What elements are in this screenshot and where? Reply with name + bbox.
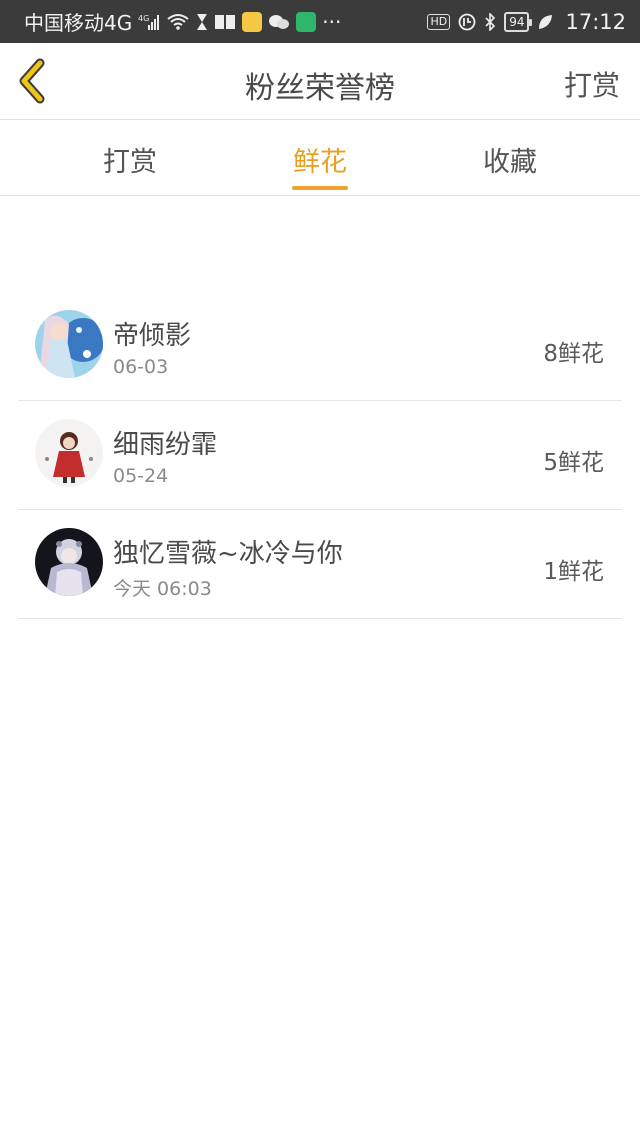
tab-bar: 打赏 鲜花 收藏 [0, 120, 640, 196]
flower-count: 1鲜花 [543, 559, 604, 585]
tab-flowers[interactable]: 鲜花 [260, 140, 380, 179]
book-app-icon [214, 13, 236, 31]
wifi-icon [166, 13, 190, 31]
fan-list: 帝倾影 06-03 8鲜花 细雨纷霏 05-24 5鲜花 独忆雪薇~冰冷与你 今… [18, 292, 622, 619]
avatar [35, 528, 103, 596]
more-notifications-icon: ··· [322, 9, 342, 34]
avatar [35, 419, 103, 487]
flower-count: 5鲜花 [543, 450, 604, 476]
carrier-label: 中国移动4G [24, 11, 133, 35]
fan-name: 细雨纷霏 [113, 430, 218, 460]
signal-icon: 4G [138, 13, 160, 31]
page-title: 粉丝荣誉榜 [245, 71, 395, 106]
data-saver-icon [458, 13, 476, 31]
list-item[interactable]: 帝倾影 06-03 8鲜花 [18, 292, 622, 401]
active-tab-indicator [292, 186, 348, 190]
list-item[interactable]: 细雨纷霏 05-24 5鲜花 [18, 401, 622, 510]
wechat-icon [268, 13, 290, 31]
list-item[interactable]: 独忆雪薇~冰冷与你 今天 06:03 1鲜花 [18, 510, 622, 619]
hourglass-icon [196, 13, 208, 31]
hd-badge: HD [427, 13, 451, 30]
leaf-icon [537, 13, 553, 31]
status-bar-left: 中国移动4G 4G ··· [24, 7, 427, 36]
battery-icon: 94 [504, 11, 533, 32]
fan-name: 帝倾影 [113, 321, 192, 351]
svg-text:4G: 4G [138, 14, 149, 23]
avatar [35, 310, 103, 378]
bluetooth-icon [484, 12, 496, 31]
reward-button[interactable]: 打赏 [564, 64, 620, 104]
fan-date: 今天 06:03 [113, 578, 212, 600]
emoji-app-icon [242, 11, 263, 32]
flower-count: 8鲜花 [543, 341, 604, 367]
fan-date: 05-24 [113, 465, 169, 487]
status-bar: 中国移动4G 4G ··· HD 94 17:12 [0, 0, 640, 43]
fan-name: 独忆雪薇~冰冷与你 [113, 539, 343, 569]
fan-date: 06-03 [113, 356, 169, 378]
tab-favorites[interactable]: 收藏 [450, 140, 570, 179]
status-bar-right: HD 94 17:12 [427, 10, 626, 34]
clock: 17:12 [565, 9, 626, 34]
title-bar: 粉丝荣誉榜 打赏 [0, 43, 640, 120]
video-app-icon [296, 11, 317, 32]
tab-reward[interactable]: 打赏 [70, 140, 190, 179]
